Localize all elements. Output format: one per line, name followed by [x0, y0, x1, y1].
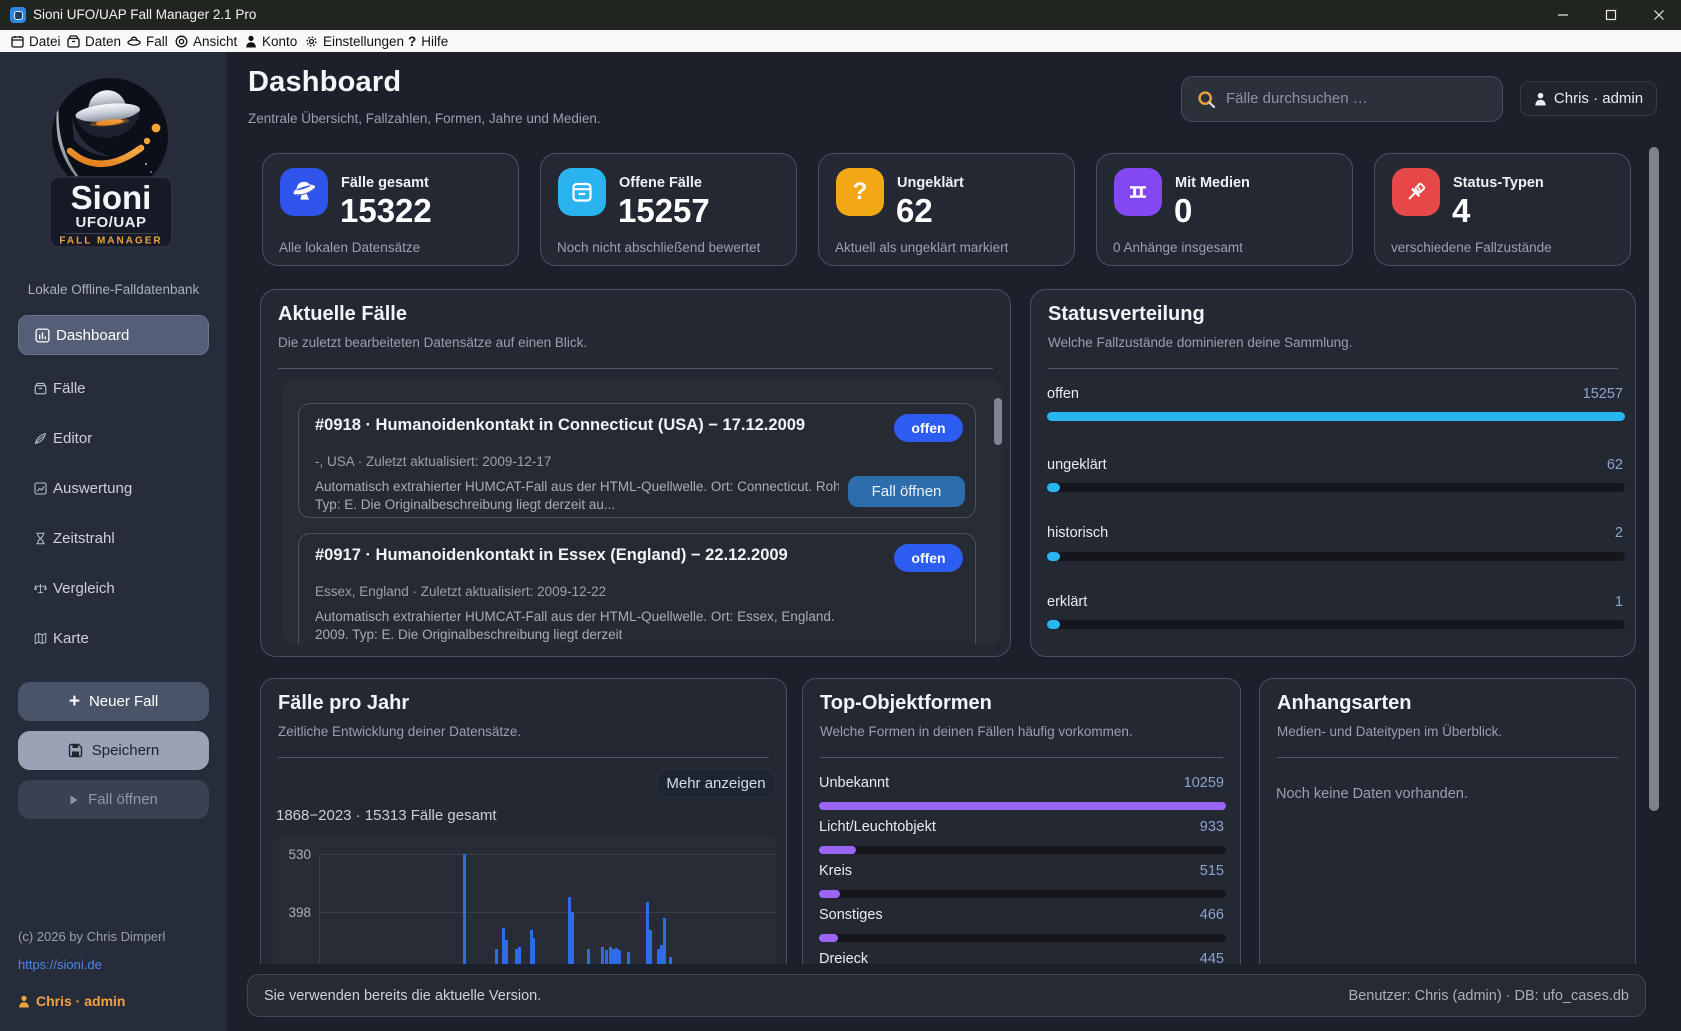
svg-text:Sioni: Sioni — [71, 179, 152, 216]
svg-text:UFO/UAP: UFO/UAP — [76, 214, 147, 231]
svg-text:FALL MANAGER: FALL MANAGER — [59, 236, 162, 247]
